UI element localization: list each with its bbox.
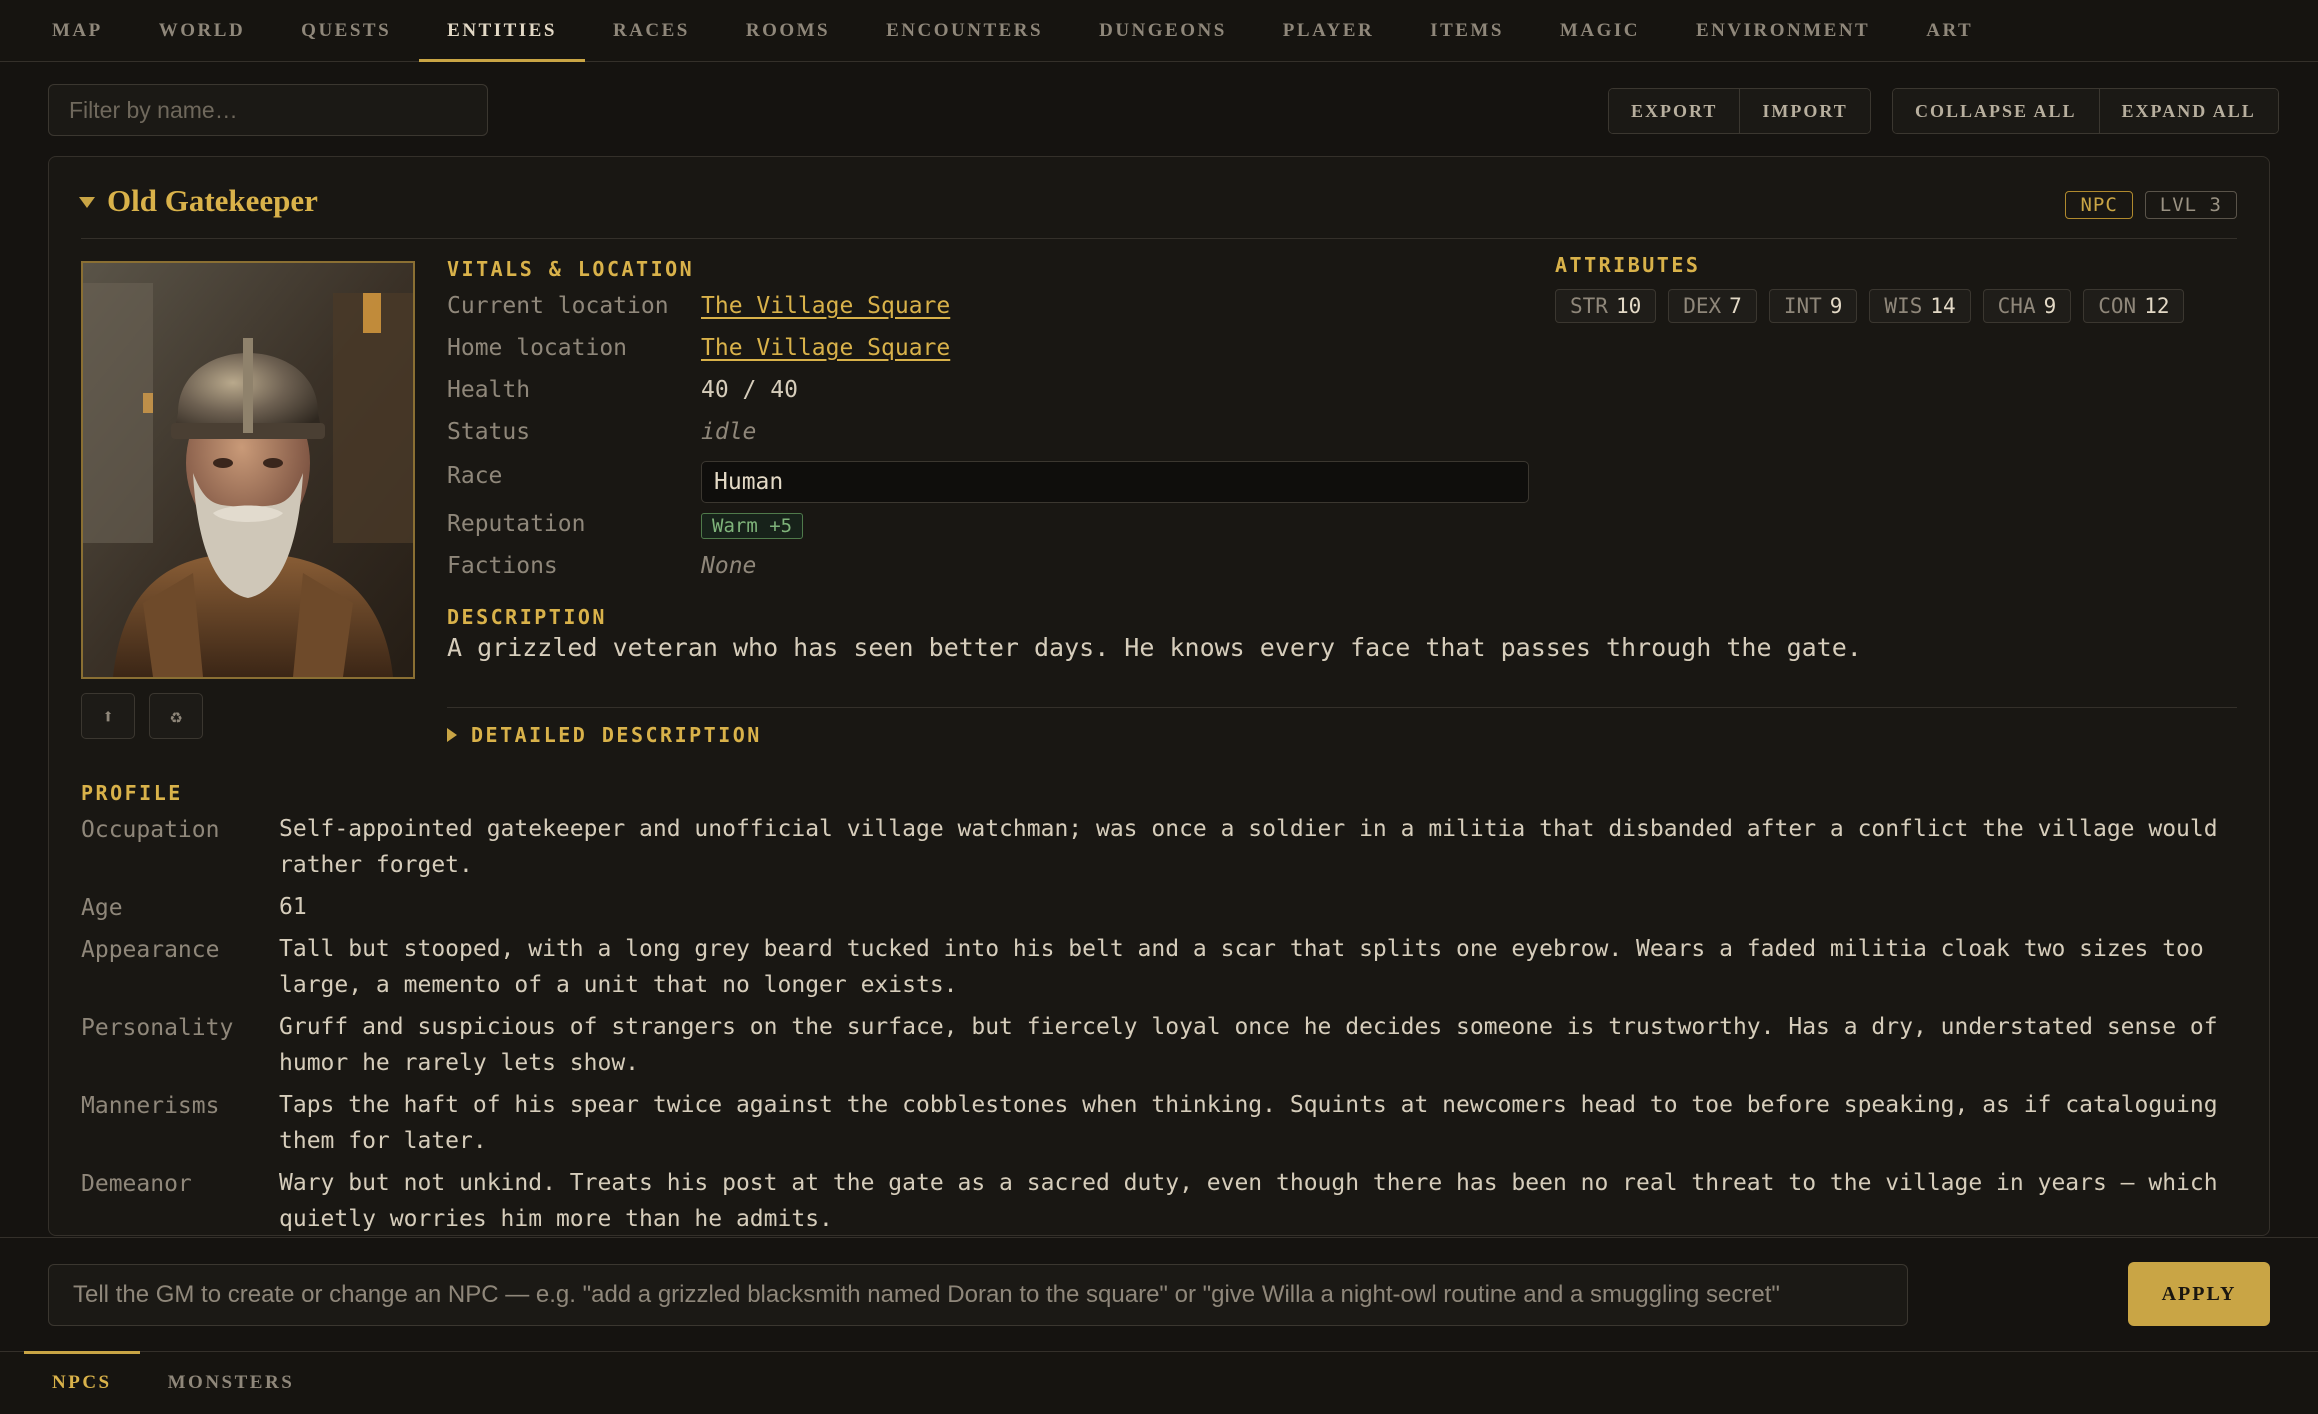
expand-chevron-icon (447, 728, 457, 742)
gm-command-input[interactable] (48, 1264, 1908, 1326)
profile-label: Age (81, 895, 123, 921)
filter-input[interactable] (48, 84, 488, 136)
attr-con: CON 12 (2083, 289, 2185, 323)
attr-str: STR 10 (1555, 289, 1657, 323)
portrait-image (81, 261, 415, 679)
health-value: 40 / 40 (701, 377, 798, 403)
tab-quests[interactable]: QUESTS (273, 0, 419, 61)
attr-value: 9 (1829, 294, 1843, 318)
upload-icon[interactable]: ⬆ (81, 693, 135, 739)
divider (447, 707, 2237, 708)
type-badge: NPC (2065, 191, 2133, 219)
tab-races[interactable]: RACES (585, 0, 718, 61)
level-badge: LVL 3 (2144, 191, 2237, 219)
tab-player[interactable]: PLAYER (1255, 0, 1402, 61)
factions-label: Factions (447, 553, 558, 579)
divider (81, 238, 2237, 239)
attributes-list: STR 10 DEX 7 INT 9 WIS 14 CHA 9 CON 12 (1555, 289, 2185, 323)
profile-value: Taps the haft of his spear twice against… (279, 1092, 2218, 1154)
attr-value: 10 (1615, 294, 1642, 318)
export-import-group: EXPORT IMPORT (1608, 88, 1871, 134)
tab-monsters[interactable]: MONSTERS (140, 1352, 323, 1414)
attr-value: 14 (1930, 294, 1956, 318)
tab-entities[interactable]: ENTITIES (419, 0, 585, 62)
tab-world[interactable]: WORLD (131, 0, 273, 61)
tab-encounters[interactable]: ENCOUNTERS (858, 0, 1071, 61)
tab-magic[interactable]: MAGIC (1532, 0, 1668, 61)
entity-header[interactable]: Old Gatekeeper (79, 183, 318, 219)
collapse-expand-group: COLLAPSE ALL EXPAND ALL (1892, 88, 2279, 134)
entity-name: Old Gatekeeper (107, 183, 318, 218)
attr-wis: WIS 14 (1869, 289, 1971, 323)
apply-button[interactable]: APPLY (2128, 1262, 2270, 1326)
export-button[interactable]: EXPORT (1609, 89, 1740, 133)
entity-card: Old Gatekeeper NPC LVL 3 ⬆ ♻ VITALS & LO… (48, 156, 2270, 1236)
attr-key: STR (1570, 294, 1608, 318)
home-location-link[interactable]: The Village Square (701, 335, 950, 361)
attr-cha: CHA 9 (1982, 289, 2072, 323)
attr-key: CON (2098, 294, 2137, 318)
tab-items[interactable]: ITEMS (1402, 0, 1532, 61)
detailed-description-toggle[interactable]: DETAILED DESCRIPTION (447, 723, 762, 747)
collapse-all-button[interactable]: COLLAPSE ALL (1893, 89, 2099, 133)
attr-key: DEX (1683, 294, 1722, 318)
attr-dex: DEX 7 (1668, 289, 1757, 323)
attr-value: 12 (2144, 294, 2170, 318)
profile-label: Occupation (81, 817, 220, 843)
top-nav: MAP WORLD QUESTS ENTITIES RACES ROOMS EN… (0, 0, 2318, 62)
profile-label: Personality (81, 1015, 234, 1041)
regenerate-icon[interactable]: ♻ (149, 693, 203, 739)
profile-value: Gruff and suspicious of strangers on the… (279, 1014, 2218, 1076)
attr-key: INT (1783, 294, 1822, 318)
tab-dungeons[interactable]: DUNGEONS (1071, 0, 1255, 61)
tab-map[interactable]: MAP (24, 0, 131, 61)
profile-label: Appearance (81, 937, 220, 963)
collapse-chevron-icon[interactable] (79, 197, 95, 208)
entity-badges: NPC LVL 3 (2065, 191, 2237, 219)
factions-value: None (701, 553, 757, 579)
profile-heading: PROFILE (81, 781, 183, 805)
reputation-label: Reputation (447, 511, 586, 537)
expand-all-button[interactable]: EXPAND ALL (2098, 89, 2278, 133)
attr-key: CHA (1997, 294, 2036, 318)
profile-value: Tall but stooped, with a long grey beard… (279, 936, 2204, 998)
tab-art[interactable]: ART (1898, 0, 2001, 61)
attr-value: 9 (2043, 294, 2057, 318)
tab-environment[interactable]: ENVIRONMENT (1668, 0, 1898, 61)
health-label: Health (447, 377, 531, 403)
tab-npcs[interactable]: NPCS (24, 1351, 140, 1414)
vitals-heading: VITALS & LOCATION (447, 257, 695, 281)
profile-value: 61 (279, 894, 307, 920)
attributes-heading: ATTRIBUTES (1555, 253, 1701, 277)
reputation-badge: Warm +5 (701, 513, 804, 539)
description-text: A grizzled veteran who has seen better d… (447, 633, 1862, 662)
detailed-description-label: DETAILED DESCRIPTION (471, 723, 762, 747)
description-heading-label: DESCRIPTION (447, 605, 607, 629)
status-value: idle (701, 419, 757, 445)
attr-key: WIS (1884, 294, 1923, 318)
command-bar: APPLY (0, 1237, 2318, 1352)
current-location-link[interactable]: The Village Square (701, 293, 950, 319)
race-label: Race (447, 463, 503, 489)
sub-nav: NPCS MONSTERS (0, 1351, 2318, 1414)
import-button[interactable]: IMPORT (1739, 89, 1870, 133)
race-field[interactable] (701, 461, 1529, 503)
home-location-label: Home location (447, 335, 628, 361)
tab-rooms[interactable]: ROOMS (718, 0, 858, 61)
current-location-label: Current location (447, 293, 669, 319)
profile-label: Demeanor (81, 1171, 192, 1197)
status-label: Status (447, 419, 531, 445)
profile-value: Wary but not unkind. Treats his post at … (279, 1170, 2218, 1232)
attr-int: INT 9 (1768, 289, 1858, 323)
attr-value: 7 (1729, 294, 1742, 318)
profile-label: Mannerisms (81, 1093, 220, 1119)
profile-value: Self-appointed gatekeeper and unofficial… (279, 816, 2218, 878)
